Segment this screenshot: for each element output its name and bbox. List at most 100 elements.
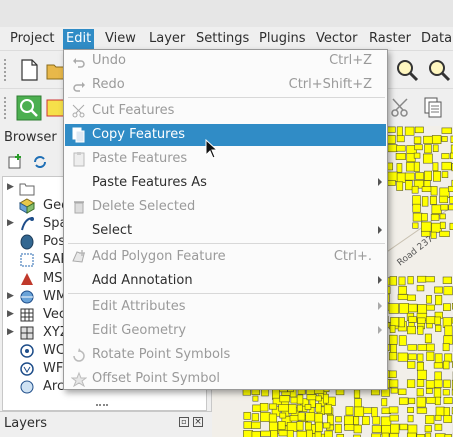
building-footprint xyxy=(398,397,409,405)
expand-arrow-icon[interactable]: ▶ xyxy=(7,182,14,192)
close-panel-icon[interactable]: × xyxy=(193,417,203,427)
building-footprint xyxy=(389,433,399,437)
building-footprint xyxy=(433,387,442,398)
building-footprint xyxy=(380,416,392,427)
cut-icon[interactable] xyxy=(388,95,414,121)
building-footprint xyxy=(448,185,453,192)
menu-item-label: Add Polygon Feature xyxy=(92,249,226,264)
building-footprint xyxy=(251,413,259,422)
menu-item-add-annotation[interactable]: Add Annotation xyxy=(65,270,386,292)
splitter-handle[interactable] xyxy=(96,404,108,408)
building-footprint xyxy=(433,379,443,388)
expand-arrow-icon[interactable]: ▶ xyxy=(7,291,14,301)
building-footprint xyxy=(306,429,313,437)
building-footprint xyxy=(425,276,435,283)
building-footprint xyxy=(421,230,431,237)
float-panel-icon[interactable]: ▫ xyxy=(179,417,189,427)
building-footprint xyxy=(408,316,417,323)
building-footprint xyxy=(396,126,403,137)
expand-arrow-icon[interactable]: ▶ xyxy=(7,218,14,228)
building-footprint xyxy=(335,389,345,396)
building-footprint xyxy=(415,172,425,180)
expand-arrow-icon[interactable]: ▶ xyxy=(7,327,14,337)
building-footprint xyxy=(268,413,278,423)
add-layer-icon[interactable] xyxy=(8,154,24,170)
building-footprint xyxy=(389,414,399,422)
identify-icon[interactable] xyxy=(16,95,42,121)
building-footprint xyxy=(251,431,261,437)
building-footprint xyxy=(439,230,450,237)
menu-item-label: Paste Features xyxy=(92,151,188,166)
new-project-icon[interactable] xyxy=(16,57,42,83)
building-footprint xyxy=(423,135,434,144)
building-footprint xyxy=(425,415,435,425)
building-footprint xyxy=(252,395,259,402)
building-footprint xyxy=(397,352,408,362)
menu-raster[interactable]: Raster xyxy=(369,30,411,48)
building-footprint xyxy=(353,424,362,434)
building-footprint xyxy=(440,204,449,211)
refresh-icon[interactable] xyxy=(32,154,48,170)
menu-item-label: Rotate Point Symbols xyxy=(92,347,231,362)
building-footprint xyxy=(405,180,413,191)
menu-item-paste-features: Paste Features xyxy=(65,148,386,170)
wfs-icon xyxy=(19,361,35,377)
building-footprint xyxy=(395,153,406,160)
menu-item-cut-features: Cut Features xyxy=(65,100,386,122)
building-footprint xyxy=(441,127,453,134)
building-footprint xyxy=(243,411,251,420)
building-footprint xyxy=(414,126,424,134)
zoom-in-icon[interactable] xyxy=(394,57,420,83)
building-footprint xyxy=(407,414,414,423)
building-footprint xyxy=(434,396,441,406)
menu-item-offset-point-symbol: Offset Point Symbol xyxy=(65,368,386,390)
building-footprint xyxy=(387,171,398,182)
building-footprint xyxy=(314,431,322,437)
undo-icon xyxy=(71,53,87,69)
menu-separator xyxy=(68,243,385,244)
building-footprint xyxy=(398,285,407,295)
building-footprint xyxy=(421,213,428,222)
building-footprint xyxy=(398,335,407,346)
copy-icon xyxy=(71,127,87,143)
copy-toolbar-icon[interactable] xyxy=(420,95,446,121)
menu-view[interactable]: View xyxy=(105,30,136,48)
toolbar-grip[interactable] xyxy=(4,59,8,81)
menu-item-paste-features-as[interactable]: Paste Features As xyxy=(65,172,386,194)
building-footprint xyxy=(399,303,409,314)
menu-database[interactable]: Datab xyxy=(421,30,453,48)
building-footprint xyxy=(398,276,406,286)
expand-arrow-icon[interactable]: ▶ xyxy=(7,309,14,319)
building-footprint xyxy=(296,430,307,437)
menu-item-label: Paste Features As xyxy=(92,175,207,190)
building-footprint xyxy=(412,222,419,229)
zoom-out-icon[interactable] xyxy=(426,57,452,83)
building-footprint xyxy=(432,144,439,152)
menu-project[interactable]: Project xyxy=(10,30,54,48)
building-footprint xyxy=(390,423,400,434)
building-footprint xyxy=(398,317,405,328)
building-footprint xyxy=(398,388,407,396)
browser-item-label: Arc xyxy=(43,379,65,395)
building-footprint xyxy=(430,214,440,221)
menu-item-copy-features[interactable]: Copy Features xyxy=(65,124,386,146)
browser-panel-title: Browser xyxy=(4,130,57,145)
menu-edit[interactable]: Edit xyxy=(63,29,95,49)
spatialite-icon xyxy=(19,216,35,232)
menu-plugins[interactable]: Plugins xyxy=(259,30,306,48)
menu-vector[interactable]: Vector xyxy=(316,30,357,48)
building-footprint xyxy=(260,412,271,422)
menu-settings[interactable]: Settings xyxy=(196,30,249,48)
building-footprint xyxy=(421,221,432,232)
menu-layer[interactable]: Layer xyxy=(149,30,185,48)
building-footprint xyxy=(296,404,303,412)
building-footprint xyxy=(430,231,437,239)
arcgis-icon xyxy=(19,379,35,395)
title-bar xyxy=(0,0,453,27)
building-footprint xyxy=(305,412,315,422)
menu-item-select[interactable]: Select xyxy=(65,220,386,242)
building-footprint xyxy=(441,153,450,160)
geopackage-icon xyxy=(18,198,36,214)
building-footprint xyxy=(449,196,453,204)
toolbar-grip[interactable] xyxy=(4,97,8,119)
